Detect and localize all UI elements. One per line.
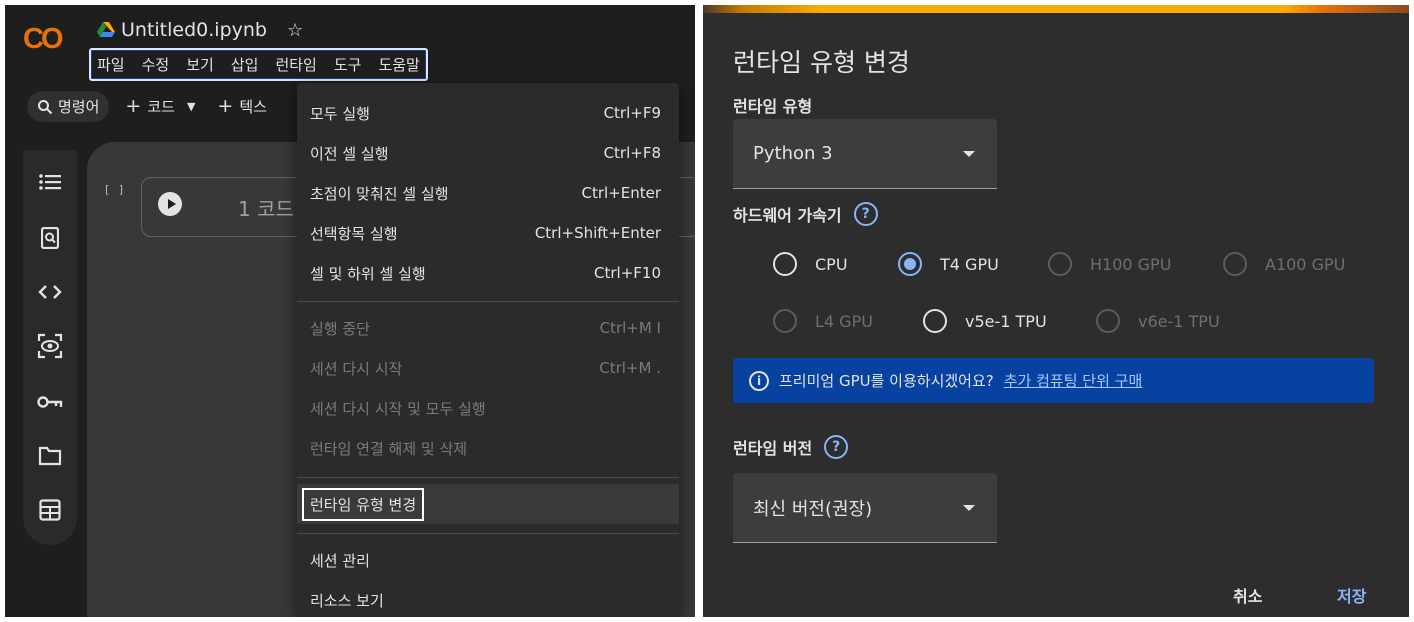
radio-circle[interactable] <box>773 252 797 276</box>
drive-icon <box>97 22 115 37</box>
menu-insert[interactable]: 삽입 <box>231 54 259 75</box>
variables-icon[interactable] <box>36 332 64 360</box>
radio-l4-gpu[interactable]: L4 GPU <box>773 309 873 333</box>
add-code-button[interactable]: + 코드 ▼ <box>119 91 201 122</box>
left-sidebar <box>23 150 77 545</box>
runtime-menu: 모두 실행 Ctrl+F9 이전 셀 실행 Ctrl+F8 초점이 맞춰진 셀 … <box>297 83 679 617</box>
menu-view[interactable]: 보기 <box>186 54 214 75</box>
save-button[interactable]: 저장 <box>1337 583 1366 607</box>
menu-bar: 파일 수정 보기 삽입 런타임 도구 도움말 <box>89 48 428 81</box>
menu-item-run-selection[interactable]: 선택항목 실행 Ctrl+Shift+Enter <box>297 213 679 253</box>
info-icon: i <box>749 370 769 391</box>
plus-icon: + <box>125 95 142 117</box>
menu-item-run-all[interactable]: 모두 실행 Ctrl+F9 <box>297 93 679 133</box>
radio-cpu[interactable]: CPU <box>773 252 848 276</box>
colab-window: CO Untitled0.ipynb ☆ 파일 수정 보기 삽입 런타임 도구 … <box>5 5 695 617</box>
add-text-label: 텍스 <box>239 98 267 116</box>
add-text-button[interactable]: + 텍스 <box>211 91 273 122</box>
runtime-type-label: 런타임 유형 <box>733 97 813 116</box>
menu-item-run-after[interactable]: 셀 및 하위 셀 실행 Ctrl+F10 <box>297 253 679 293</box>
menu-divider <box>297 301 679 302</box>
notebook-toolbar: 명령어 + 코드 ▼ + 텍스 <box>27 91 273 122</box>
command-palette-button[interactable]: 명령어 <box>27 91 110 122</box>
banner-text: 프리미엄 GPU를 이용하시겠어요? <box>779 372 994 390</box>
menu-help[interactable]: 도움말 <box>378 54 419 75</box>
menu-item-restart-run-all[interactable]: 세션 다시 시작 및 모두 실행 <box>297 388 679 428</box>
help-icon[interactable]: ? <box>824 435 849 459</box>
star-icon[interactable]: ☆ <box>287 20 303 41</box>
find-icon[interactable] <box>36 224 64 252</box>
premium-gpu-banner: i 프리미엄 GPU를 이용하시겠어요? 추가 컴퓨팅 단위 구매 <box>733 358 1374 403</box>
radio-circle[interactable] <box>1223 252 1247 276</box>
secrets-key-icon[interactable] <box>36 388 64 416</box>
data-table-icon[interactable] <box>36 496 64 524</box>
menu-item-disconnect-delete[interactable]: 런타임 연결 해제 및 삭제 <box>297 428 679 468</box>
menu-item-view-resources[interactable]: 리소스 보기 <box>297 580 679 617</box>
help-icon[interactable]: ? <box>853 202 878 226</box>
notebook-title[interactable]: Untitled0.ipynb <box>121 19 267 41</box>
search-icon <box>38 99 53 114</box>
runtime-type-value: Python 3 <box>753 143 833 164</box>
dialog-title: 런타임 유형 변경 <box>733 48 910 77</box>
radio-circle[interactable] <box>773 309 797 333</box>
radio-circle[interactable] <box>898 252 922 276</box>
chevron-down-icon <box>963 504 975 511</box>
menu-item-run-before[interactable]: 이전 셀 실행 Ctrl+F8 <box>297 133 679 173</box>
radio-v5e-1-tpu[interactable]: v5e-1 TPU <box>923 309 1047 333</box>
buy-compute-units-link[interactable]: 추가 컴퓨팅 단위 구매 <box>1004 370 1143 391</box>
code-cell-placeholder[interactable]: 1 코드 <box>238 193 294 222</box>
radio-t4-gpu[interactable]: T4 GPU <box>898 252 999 276</box>
chevron-down-icon <box>963 150 975 157</box>
runtime-type-select[interactable]: Python 3 <box>733 119 997 189</box>
menu-divider <box>297 533 679 534</box>
accelerator-label: 하드웨어 가속기 ? <box>733 202 878 226</box>
menu-runtime[interactable]: 런타임 <box>275 54 316 75</box>
radio-h100-gpu[interactable]: H100 GPU <box>1048 252 1171 276</box>
menu-item-run-focused[interactable]: 초점이 맞춰진 셀 실행 Ctrl+Enter <box>297 173 679 213</box>
chevron-down-icon[interactable]: ▼ <box>187 100 195 113</box>
change-runtime-dialog: 런타임 유형 변경 런타임 유형 Python 3 하드웨어 가속기 ? CPU… <box>703 5 1409 617</box>
code-snippets-icon[interactable] <box>36 278 64 306</box>
radio-v6e-1-tpu[interactable]: v6e-1 TPU <box>1096 309 1220 333</box>
run-cell-icon[interactable] <box>158 192 182 216</box>
runtime-version-label: 런타임 버전 ? <box>733 435 849 459</box>
command-label: 명령어 <box>58 98 100 116</box>
cancel-button[interactable]: 취소 <box>1233 583 1262 607</box>
menu-item-restart[interactable]: 세션 다시 시작 Ctrl+M . <box>297 348 679 388</box>
menu-tools[interactable]: 도구 <box>334 54 362 75</box>
colab-logo[interactable]: CO <box>23 23 63 56</box>
add-code-label: 코드 <box>147 98 175 116</box>
runtime-version-select[interactable]: 최신 버전(권장) <box>733 473 997 543</box>
menu-divider <box>297 477 679 478</box>
menu-item-manage-sessions[interactable]: 세션 관리 <box>297 540 679 580</box>
radio-circle[interactable] <box>1048 252 1072 276</box>
menu-edit[interactable]: 수정 <box>142 54 170 75</box>
radio-circle[interactable] <box>1096 309 1120 333</box>
radio-a100-gpu[interactable]: A100 GPU <box>1223 252 1345 276</box>
toc-icon[interactable] <box>36 168 64 196</box>
menu-item-change-runtime-type[interactable]: 런타임 유형 변경 <box>297 484 679 524</box>
plus-icon: + <box>217 95 234 117</box>
runtime-version-value: 최신 버전(권장) <box>753 498 873 520</box>
menu-file[interactable]: 파일 <box>97 54 125 75</box>
folder-icon[interactable] <box>36 442 64 470</box>
radio-circle[interactable] <box>923 309 947 333</box>
dialog-top-accent <box>703 5 1409 13</box>
notebook-title-row: Untitled0.ipynb ☆ <box>97 19 303 41</box>
menu-item-interrupt[interactable]: 실행 중단 Ctrl+M I <box>297 308 679 348</box>
cell-execution-count: [ ] <box>105 183 127 196</box>
